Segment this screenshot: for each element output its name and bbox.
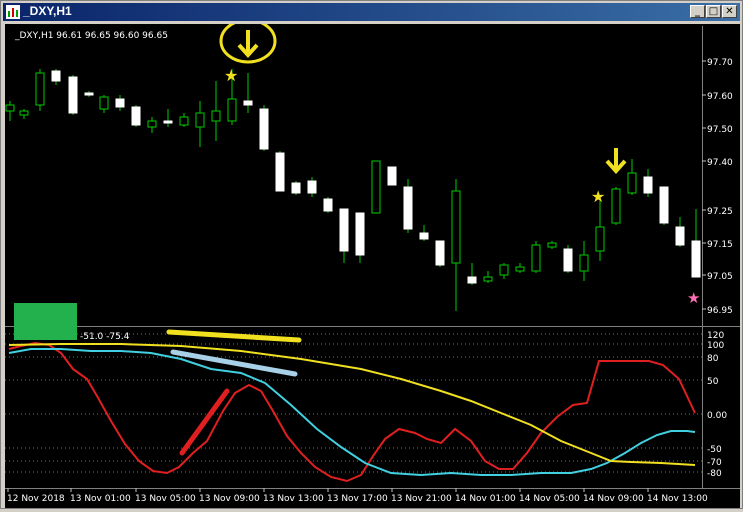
candle: [387, 166, 397, 186]
candle: [435, 240, 445, 267]
price-tick-label: 97.05: [707, 272, 733, 282]
time-tick-label: 14 Nov 09:00: [583, 494, 644, 504]
close-button[interactable]: ✕: [722, 5, 737, 18]
time-tick-label: 14 Nov 01:00: [455, 494, 516, 504]
candle: [403, 179, 413, 233]
price-tick-label: 97.40: [707, 158, 733, 168]
candle: [307, 177, 317, 197]
price-tick-label: 96.95: [707, 306, 733, 316]
candle: [243, 73, 253, 113]
time-tick-label: 13 Nov 01:00: [70, 494, 131, 504]
candle: [19, 109, 29, 119]
candle: [467, 263, 477, 285]
chart-app-icon: [6, 5, 20, 19]
star-icon-2: ★: [591, 187, 605, 206]
indicator-tick-label: 50: [707, 377, 719, 387]
price-axis: 97.70 97.60 97.50 97.40 97.25 97.15 97.05 96.95: [702, 58, 733, 316]
red-oscillator-line: [8, 341, 696, 483]
minimize-button[interactable]: _: [690, 5, 705, 18]
candle: [68, 75, 78, 115]
candle: [35, 69, 45, 111]
green-marker-box: [14, 303, 77, 340]
time-axis: 12 Nov 2018 13 Nov 01:00 13 Nov 05:00 13 No…: [7, 488, 708, 504]
candle: [531, 241, 541, 273]
candle: [675, 217, 685, 247]
candle: [211, 81, 221, 141]
candle: [163, 109, 173, 127]
time-tick-label: 14 Nov 13:00: [647, 494, 708, 504]
indicator-tick-label: 120: [707, 331, 724, 341]
candle: [291, 181, 301, 195]
indicator-tick-label: -50: [707, 445, 722, 455]
candle: [259, 105, 269, 151]
candle: [643, 169, 653, 197]
candle: [131, 105, 141, 127]
time-tick-label: 13 Nov 13:00: [263, 494, 324, 504]
candle: [595, 201, 605, 261]
chart-info-label: _DXY,H1 96.61 96.65 96.60 96.65: [14, 31, 168, 41]
time-tick-label: 13 Nov 21:00: [391, 494, 452, 504]
time-tick-label: 13 Nov 05:00: [135, 494, 196, 504]
candle: [84, 91, 94, 97]
yellow-slow-line: [8, 343, 696, 466]
time-tick-label: 13 Nov 09:00: [199, 494, 260, 504]
candle: [563, 245, 573, 273]
candle: [5, 101, 15, 121]
price-tick-label: 97.25: [707, 207, 733, 217]
candle: [691, 209, 701, 278]
window-title: _DXY,H1: [23, 4, 72, 18]
price-tick-label: 97.50: [707, 125, 733, 135]
indicator-tick-label: 80: [707, 354, 719, 364]
chart-canvas[interactable]: 97.70 97.60 97.50 97.40 97.25 97.15 97.05 96.95…: [5, 18, 740, 508]
indicator-tick-label: 100: [707, 341, 724, 351]
candle: [323, 197, 333, 213]
candle: [371, 160, 381, 214]
down-arrow-icon: [237, 30, 259, 58]
candle: [499, 263, 509, 279]
candle: [179, 113, 189, 127]
candle: [611, 187, 621, 225]
indicator-values-label: -51.0 -75.4: [80, 332, 130, 342]
candle: [579, 241, 589, 281]
price-tick-label: 97.70: [707, 58, 733, 68]
candle: [419, 225, 429, 241]
candle: [147, 117, 157, 133]
time-tick-label: 14 Nov 05:00: [519, 494, 580, 504]
down-arrow-icon-2: [605, 148, 627, 174]
candle: [115, 95, 125, 111]
yellow-trend-annotation: [166, 329, 302, 343]
title-bar[interactable]: _DXY,H1 _ □ ✕: [3, 3, 740, 21]
price-tick-label: 97.15: [707, 240, 733, 250]
candle: [339, 208, 349, 263]
chart-window: _DXY,H1 _ □ ✕ 97.70 97.60 97.50 97.40 97.25 9…: [0, 0, 743, 509]
indicator-tick-label: 0.00: [707, 411, 727, 421]
star-icon: ★: [224, 66, 238, 85]
time-tick-label: 13 Nov 17:00: [327, 494, 388, 504]
candle: [451, 179, 461, 311]
candle: [515, 263, 525, 273]
candle: [483, 271, 493, 283]
pink-star-icon: ★: [687, 289, 700, 307]
candle: [99, 95, 109, 113]
indicator-tick-label: -80: [707, 469, 722, 479]
candle: [195, 101, 205, 147]
candle: [355, 212, 365, 263]
indicator-tick-label: -70: [707, 458, 722, 468]
candle: [275, 151, 285, 192]
candle: [659, 186, 669, 225]
price-tick-label: 97.60: [707, 92, 733, 102]
price-chart-svg: 97.70 97.60 97.50 97.40 97.25 97.15 97.05 96.95…: [5, 18, 740, 504]
candle: [51, 69, 61, 85]
time-tick-label: 12 Nov 2018: [7, 494, 65, 504]
candle: [627, 159, 637, 195]
candle: [547, 241, 557, 249]
maximize-button[interactable]: □: [706, 5, 721, 18]
